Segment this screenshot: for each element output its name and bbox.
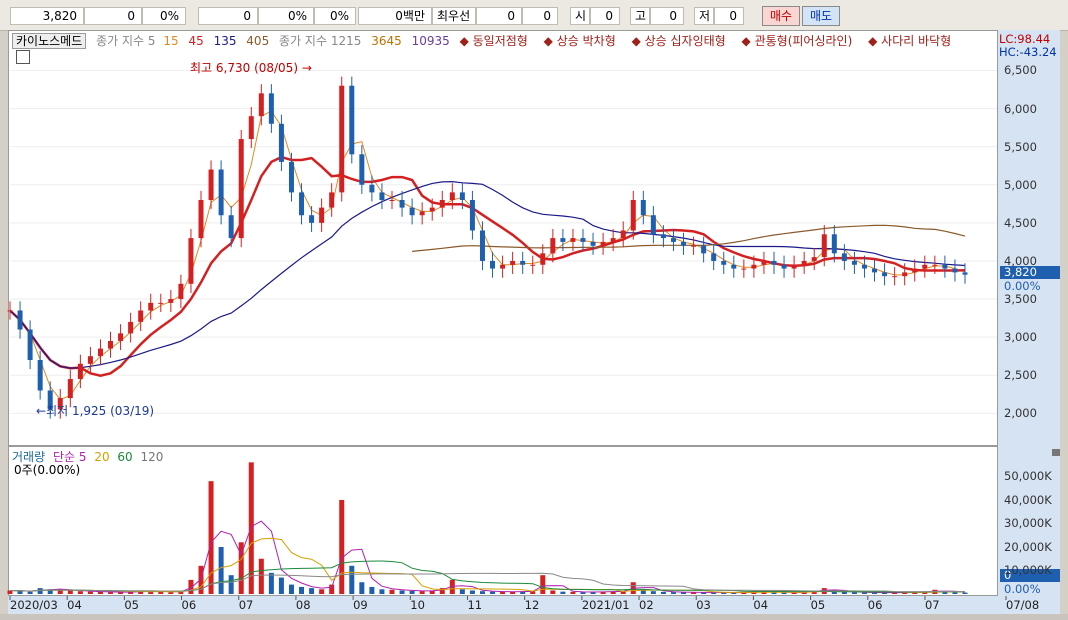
data-table-icon[interactable] [16, 50, 30, 64]
volume-ma20: 20 [94, 450, 110, 464]
volume-ma120: 120 [140, 450, 164, 464]
ma15-label: 15 [163, 34, 179, 48]
volume-tick-label: 30,000K [1004, 516, 1052, 531]
pattern-1: ◆ 동일저점형 [459, 34, 528, 48]
price-tick-label: 3,000 [1004, 330, 1037, 345]
high-annotation-text: 최고 6,730 (08/05) [190, 61, 299, 75]
price-tick-label: 3,500 [1004, 292, 1037, 307]
high-label: 고 [630, 7, 650, 25]
time-tick-label: 07/08 [1006, 598, 1040, 612]
trade-amount: 0백만 [358, 7, 432, 25]
current-price: 3,820 [10, 7, 84, 25]
pattern-5-text: 사다리 바닥형 [881, 34, 952, 48]
low-annotation-text: 최저 1,925 (03/19) [46, 404, 155, 418]
price-tick-label: 2,500 [1004, 368, 1037, 383]
volume-tick-label: 10,000K [1004, 563, 1052, 578]
ma-label: 종가 지수 5 [96, 34, 156, 48]
trade-volume: 0 [198, 7, 258, 25]
time-tick-label: 05 [810, 598, 826, 612]
time-tick-label: 04 [67, 598, 82, 612]
pattern-5: ◆ 사다리 바닥형 [868, 34, 952, 48]
lc-value: LC:98.44 [999, 32, 1051, 46]
open-label: 시 [570, 7, 590, 25]
current-price-tag: 3,820 [1000, 266, 1060, 279]
volume-tick-label: 20,000K [1004, 539, 1052, 554]
time-tick-label: 2021/01 [581, 598, 630, 612]
lock-icon[interactable] [1052, 449, 1060, 456]
pattern-4-text: 관통형(피어싱라인) [754, 34, 853, 48]
right-arrow-icon: → [301, 61, 312, 75]
time-tick-label: 11 [467, 598, 483, 612]
ma135-label: 135 [213, 34, 237, 48]
volume-ma60: 60 [117, 450, 133, 464]
time-tick-label: 09 [353, 598, 368, 612]
ma2-label: 종가 지수 1215 [279, 34, 362, 48]
price-tick-label: 4,500 [1004, 215, 1037, 230]
volume-pct-2: 0% [314, 7, 356, 25]
time-tick-label: 12 [524, 598, 540, 612]
time-tick-label: 06 [867, 598, 883, 612]
best-ask: 0 [476, 7, 522, 25]
open-value: 0 [590, 7, 620, 25]
time-tick-label: 2020/03 [10, 598, 58, 612]
low-value: 0 [714, 7, 744, 25]
sell-button[interactable]: 매도 [802, 6, 840, 26]
current-pct-tag: 0.00% [1004, 279, 1041, 293]
price-legend: 카이노스메드 종가 지수 5 15 45 135 405 종가 지수 1215 … [12, 32, 963, 49]
ma3645-label: 3645 [371, 34, 402, 48]
time-tick-label: 08 [295, 598, 311, 612]
price-chart-panel[interactable] [8, 30, 998, 446]
best-bid: 0 [522, 7, 558, 25]
volume-chart-panel[interactable] [8, 446, 998, 596]
left-arrow-icon: ← [36, 404, 47, 418]
stock-name-button[interactable]: 카이노스메드 [12, 33, 87, 49]
low-annotation: ←최저 1,925 (03/19) [36, 402, 154, 419]
pattern-3: ◆ 상승 십자잉태형 [631, 34, 726, 48]
pattern-4: ◆ 관통형(피어싱라인) [741, 34, 853, 48]
buy-button[interactable]: 매수 [762, 6, 800, 26]
price-tick-label: 6,000 [1004, 101, 1037, 116]
hc-value: HC:-43.24 [999, 45, 1057, 59]
bottom-scrollbar[interactable] [0, 614, 1068, 620]
time-tick-label: 10 [410, 598, 425, 612]
pattern-1-text: 동일저점형 [472, 34, 528, 48]
price-tick-label: 4,000 [1004, 253, 1037, 268]
price-tick-label: 2,000 [1004, 406, 1037, 421]
best-price-label: 최우선 [432, 7, 476, 25]
ma405-label: 405 [246, 34, 270, 48]
price-change: 0 [84, 7, 142, 25]
ma45-label: 45 [188, 34, 204, 48]
price-axis [998, 30, 1060, 446]
price-tick-label: 5,500 [1004, 139, 1037, 154]
time-tick-label: 02 [639, 598, 654, 612]
volume-current: 0주(0.00%) [14, 463, 81, 477]
high-value: 0 [650, 7, 684, 25]
price-change-pct: 0% [142, 7, 186, 25]
time-tick-label: 06 [181, 598, 197, 612]
ma10935-label: 10935 [411, 34, 450, 48]
time-tick-label: 03 [696, 598, 711, 612]
quote-bar: 3,820 0 0% 0 0% 0% 0백만 최우선 0 0 시 0 고 0 저… [0, 0, 1068, 31]
volume-pct-1: 0% [258, 7, 314, 25]
time-tick-label: 04 [753, 598, 769, 612]
price-tick-label: 5,000 [1004, 177, 1037, 192]
time-tick-label: 05 [124, 598, 139, 612]
volume-tick-label: 40,000K [1004, 492, 1052, 507]
time-tick-label: 07 [238, 598, 254, 612]
time-tick-label: 07 [924, 598, 940, 612]
pattern-2: ◆ 상승 박차형 [543, 34, 616, 48]
price-tick-label: 6,500 [1004, 63, 1037, 78]
pattern-3-text: 상승 십자잉태형 [644, 34, 726, 48]
high-annotation: 최고 6,730 (08/05) → [190, 59, 312, 76]
volume-tick-label: 50,000K [1004, 469, 1052, 484]
pattern-2-text: 상승 박차형 [556, 34, 616, 48]
low-label: 저 [694, 7, 714, 25]
current-volume-pct: 0.00% [1004, 582, 1041, 596]
